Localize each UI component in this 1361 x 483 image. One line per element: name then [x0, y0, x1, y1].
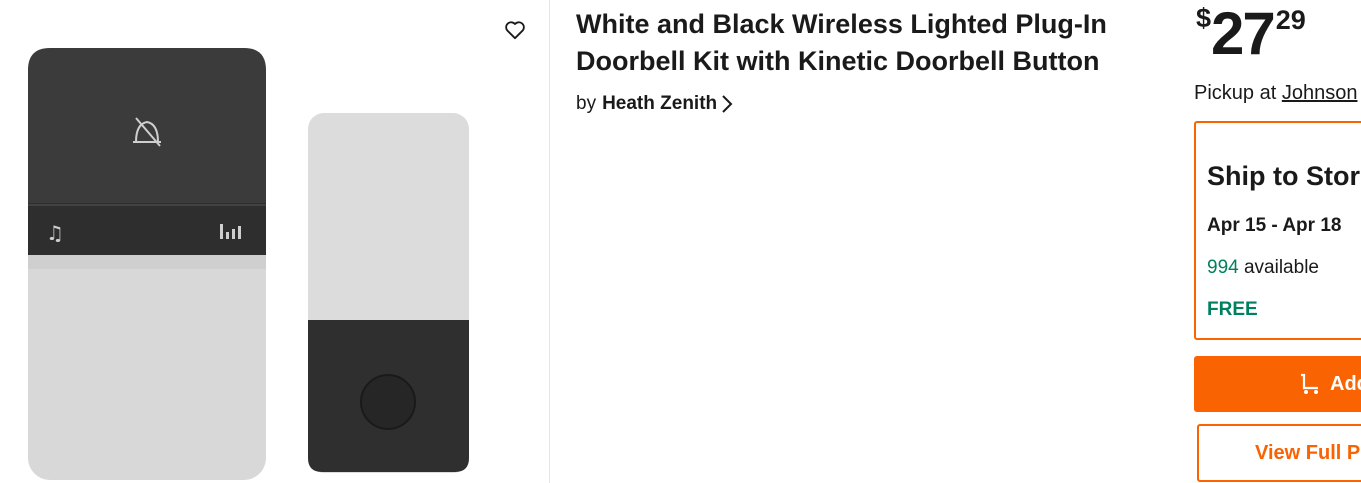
favorite-button[interactable]: [500, 16, 530, 44]
price: $ 27 29: [1196, 2, 1306, 66]
view-full-page-button[interactable]: View Full P: [1197, 424, 1361, 482]
price-cents: 29: [1275, 5, 1306, 35]
brand-link[interactable]: Heath Zenith: [602, 93, 717, 115]
available-count: 994: [1207, 257, 1239, 278]
available-label: available: [1243, 257, 1319, 278]
pickup-label: Pickup at: [1194, 82, 1277, 104]
column-divider: [549, 0, 550, 483]
ship-to-store-card[interactable]: Ship to Stor Apr 15 - Apr 18 994 availab…: [1194, 121, 1361, 340]
brand-line: by Heath Zenith: [576, 93, 733, 115]
product-title: White and Black Wireless Lighted Plug-In…: [576, 6, 1166, 80]
ship-title: Ship to Stor: [1207, 161, 1360, 191]
chevron-right-icon[interactable]: [721, 94, 733, 114]
add-to-cart-label: Add: [1330, 372, 1361, 395]
view-full-label: View Full P: [1255, 441, 1361, 464]
add-to-cart-button[interactable]: Add: [1194, 356, 1361, 412]
price-currency: $: [1196, 3, 1212, 33]
product-title-line1: White and Black Wireless Lighted Plug-In: [576, 9, 1107, 39]
svg-text:♫: ♫: [46, 221, 64, 245]
heart-outline-icon: [505, 21, 525, 40]
product-title-line2: Doorbell Kit with Kinetic Doorbell Butto…: [576, 46, 1100, 76]
ship-cost: FREE: [1207, 299, 1258, 320]
ship-dates: Apr 15 - Apr 18: [1207, 215, 1342, 236]
buybox: $ 27 29 Pickup at Johnson Ship to Stor A…: [1180, 0, 1361, 483]
by-label: by: [576, 93, 597, 114]
doorbell-kit-image: ♫: [28, 48, 469, 480]
price-dollars: 27: [1211, 0, 1276, 67]
availability: 994 available: [1207, 257, 1319, 279]
product-image: ♫: [0, 0, 549, 483]
cart-icon: [1301, 373, 1318, 394]
pickup-line: Pickup at Johnson: [1194, 82, 1357, 105]
pickup-store-link[interactable]: Johnson: [1282, 82, 1358, 104]
